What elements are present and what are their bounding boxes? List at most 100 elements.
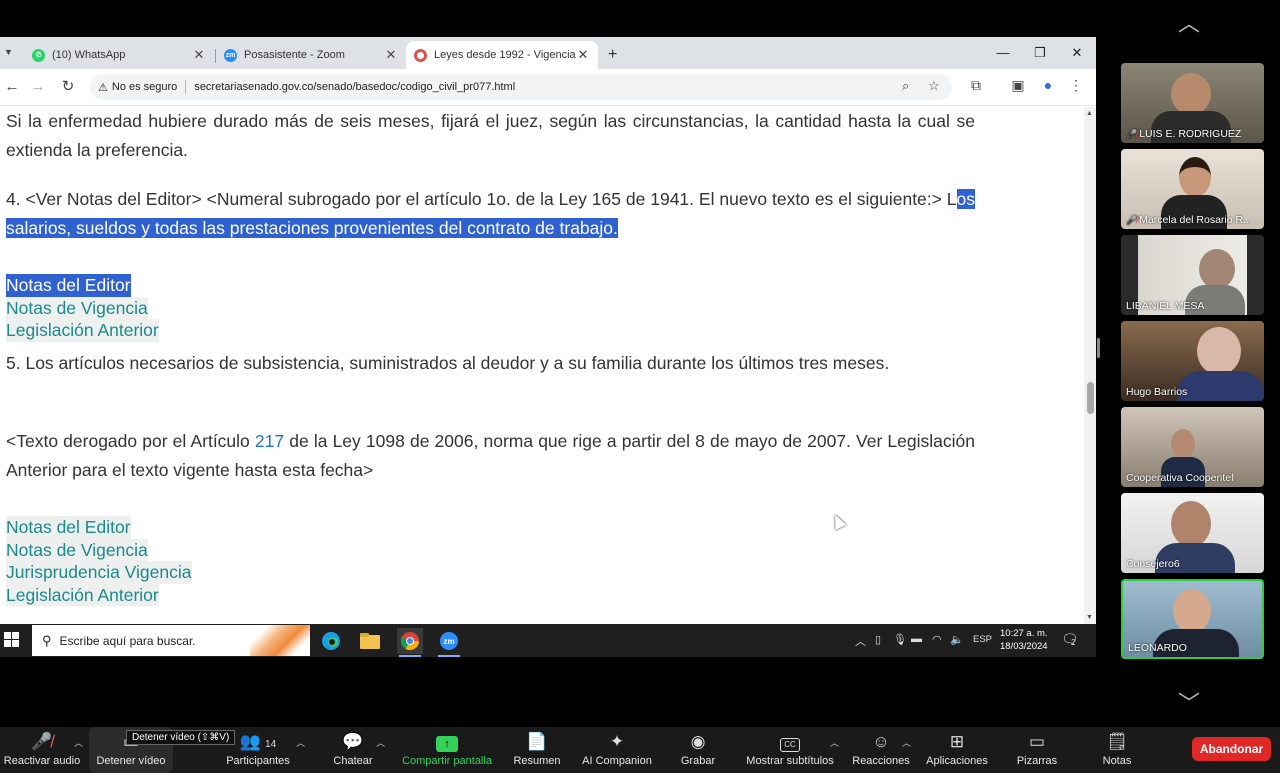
chat-bubble-icon: 💬 [342,732,364,751]
security-label[interactable]: No es seguro [112,81,177,93]
captions-button[interactable]: CC Mostrar subtítulos ︿ [742,727,839,773]
windows-start-icon[interactable] [4,632,20,648]
paragraph-numeral-4: 4. <Ver Notas del Editor> <Numeral subro… [6,185,975,243]
summary-label: Resumen [513,755,561,767]
chevron-up-icon[interactable]: ︿ [74,736,83,749]
back-arrow-icon[interactable]: ← [2,77,22,97]
address-bar[interactable]: ⚠ No es seguro secretariasenado.gov.co/s… [90,74,952,100]
participant-tile[interactable]: Cooperativa Coopentel [1121,407,1264,487]
scroll-up-icon[interactable]: ▲ [1086,110,1093,117]
browser-tab-strip: ▼ ✆ (10) WhatsApp ✕ zm Posasistente - Zo… [0,37,1096,69]
close-window-icon[interactable]: ✕ [1062,43,1092,63]
leave-meeting-button[interactable]: Abandonar [1192,737,1271,761]
chevron-up-icon[interactable]: ︿ [830,736,839,749]
splitter-handle[interactable] [1097,338,1100,358]
paragraph-text: <Texto derogado por el Artículo [6,431,255,451]
tray-meet-icon[interactable]: ▯ [875,633,881,646]
participant-video [1179,157,1211,197]
notifications-icon[interactable]: 🗨 [1061,631,1079,648]
profile-avatar-icon[interactable]: ● [1038,77,1058,93]
chevron-up-icon[interactable]: ︿ [296,736,305,749]
paragraph-illness: Si la enfermedad hubiere durado más de s… [6,111,975,160]
ai-companion-label: AI Companion [582,755,652,767]
notes-button[interactable]: 🗒 Notas [1096,727,1138,773]
extensions-icon[interactable]: ⧉ [966,77,986,94]
tray-battery-icon[interactable]: ▬ [911,633,922,645]
share-screen-button[interactable]: ↑ Compartir pantalla [398,727,496,773]
taskbar-search-input[interactable]: ⚲ Escribe aquí para buscar. [32,625,310,656]
link-legislacion-anterior[interactable]: Legislación Anterior [6,583,159,606]
forward-arrow-icon[interactable]: → [28,77,48,97]
participant-name: 🎤̸ Marcela del Rosario R... [1126,214,1252,226]
chevron-up-icon[interactable]: ︿ [376,736,385,749]
participant-tile-active-speaker[interactable]: LEONARDO [1121,579,1264,659]
tray-language[interactable]: ESP [973,634,992,645]
tab-search-chevron-icon[interactable]: ▼ [4,47,13,57]
scroll-down-icon[interactable]: ▼ [1086,614,1093,621]
zoom-app-icon[interactable]: zm [436,628,462,657]
tab-whatsapp[interactable]: ✆ (10) WhatsApp ✕ [24,41,214,69]
link-legislacion-anterior[interactable]: Legislación Anterior [6,319,159,342]
restore-icon[interactable]: ❐ [1025,43,1055,63]
link-notas-vigencia[interactable]: Notas de Vigencia [6,296,148,319]
tray-volume-icon[interactable]: 🔈 [950,633,964,646]
paragraph-text: 4. <Ver Notas del Editor> <Numeral subro… [6,189,957,209]
taskbar-clock[interactable]: 10:27 a. m. 18/03/2024 [1000,627,1048,653]
participant-tile[interactable]: 🎤̸ Marcela del Rosario R... [1121,149,1264,229]
microphone-muted-icon: 🎤̸ [1126,215,1138,225]
chat-button[interactable]: 💬 Chatear ︿ [330,727,385,773]
paragraph-numeral-5: 5. Los artículos necesarios de subsisten… [6,353,890,373]
new-tab-button[interactable]: + [600,41,624,69]
close-icon[interactable]: ✕ [576,47,590,63]
unmute-button[interactable]: 🎤̸ Reactivar audio ︿ [2,727,83,773]
tab-zoom[interactable]: zm Posasistente - Zoom ✕ [216,41,406,69]
share-screen-label: Compartir pantalla [402,755,492,767]
link-jurisprudencia-vigencia[interactable]: Jurisprudencia Vigencia [6,561,192,584]
chevron-up-icon[interactable]: ︿ [902,736,911,749]
link-notas-editor[interactable]: Notas del Editor [6,274,131,297]
close-icon[interactable]: ✕ [384,47,398,63]
link-notas-vigencia[interactable]: Notas de Vigencia [6,538,148,561]
omnibox-divider [185,80,187,94]
file-explorer-icon[interactable] [357,628,383,654]
search-icon: ⚲ [42,632,52,648]
record-button[interactable]: ◉ Grabar [676,727,720,773]
gallery-scroll-up-icon[interactable]: ︿ [1178,6,1200,38]
tray-wifi-icon[interactable]: ◠ [932,633,942,646]
participant-video [1171,429,1195,459]
side-panel-icon[interactable]: ▣ [1008,77,1028,94]
participant-tile[interactable]: Hugo Barrios [1121,321,1264,401]
menu-kebab-icon[interactable]: ⋮ [1066,77,1086,94]
minimize-icon[interactable]: — [988,43,1018,63]
ai-companion-button[interactable]: ✦ AI Companion [580,727,654,773]
page-scrollbar[interactable]: ▲ ▼ [1084,107,1096,624]
reload-icon[interactable]: ↻ [58,77,78,97]
participant-video [1199,249,1235,289]
edge-icon[interactable] [318,628,344,654]
link-notas-editor[interactable]: Notas del Editor [6,516,131,539]
bookmark-star-icon[interactable]: ☆ [928,78,940,94]
tray-chevron-up-icon[interactable]: ︿ [855,633,866,649]
participant-name: Consejero6 [1126,558,1180,570]
reactions-button[interactable]: ☺ Reacciones ︿ [850,727,912,773]
scrollbar-thumb[interactable] [1087,382,1094,414]
participant-tile[interactable]: 🎤̸ LUIS E. RODRIGUEZ [1121,63,1264,143]
link-articulo-217[interactable]: 217 [255,431,284,451]
tray-microphone-icon[interactable]: 🎙 [893,633,907,646]
participant-tile[interactable]: Consejero6 [1121,493,1264,573]
record-icon: ◉ [690,732,706,751]
reactions-label: Reacciones [852,755,910,767]
stop-video-tooltip: Detener vídeo (⇧⌘V) [126,730,236,745]
zoom-magnifier-icon[interactable]: ⌕ [902,78,909,94]
summary-icon: 📄 [526,732,548,751]
warning-icon: ⚠ [98,81,108,94]
close-icon[interactable]: ✕ [192,47,206,63]
participant-tile[interactable]: LIBANIEL MESA [1121,235,1264,315]
summary-button[interactable]: 📄 Resumen [512,727,562,773]
url-text[interactable]: secretariasenado.gov.co/senado/basedoc/c… [194,81,515,93]
tab-leyes[interactable]: Leyes desde 1992 - Vigencia ex ✕ [406,41,598,69]
whiteboards-button[interactable]: ▭ Pizarras [1012,727,1062,773]
apps-button[interactable]: ⊞ Aplicaciones [922,727,992,773]
gallery-scroll-down-icon[interactable]: ﹀ [1178,686,1200,718]
chrome-icon[interactable] [397,628,423,657]
